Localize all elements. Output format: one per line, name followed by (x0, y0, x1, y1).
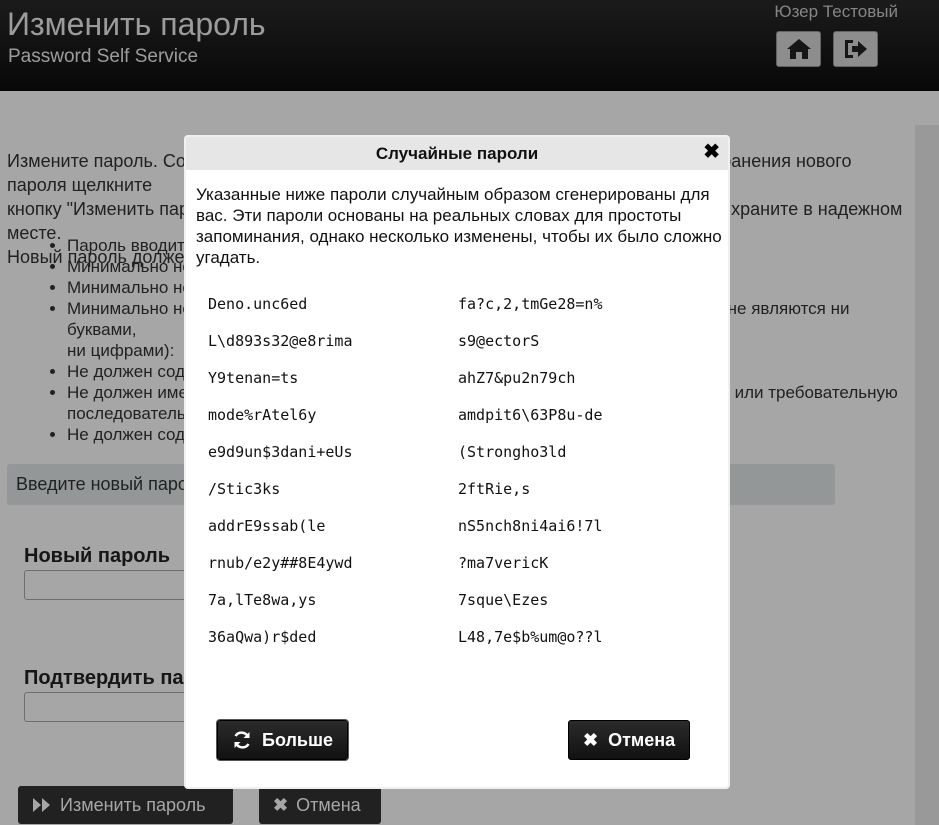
password-row: /Stic3ks 2ftRie,s (208, 480, 708, 517)
password-option[interactable]: e9d9un$3dani+eUs (208, 443, 458, 480)
password-option[interactable]: L\d893s32@e8rima (208, 332, 458, 369)
password-option[interactable]: rnub/e2y##8E4ywd (208, 554, 458, 591)
more-button[interactable]: Больше (217, 720, 348, 760)
random-passwords-dialog: Случайные пароли ✖ Указанные ниже пароли… (184, 135, 730, 789)
dialog-cancel-label: Отмена (608, 729, 676, 750)
password-option[interactable]: 7a,lTe8wa,ys (208, 591, 458, 628)
password-row: Deno.unc6ed fa?c,2,tmGe28=n% (208, 295, 708, 332)
password-row: 7a,lTe8wa,ys 7sque\Ezes (208, 591, 708, 628)
dialog-cancel-button[interactable]: ✖ Отмена (568, 720, 691, 760)
password-option[interactable]: amdpit6\63P8u-de (458, 406, 708, 443)
password-row: rnub/e2y##8E4ywd ?ma7vericK (208, 554, 708, 591)
password-option[interactable]: 7sque\Ezes (458, 591, 708, 628)
password-row: L\d893s32@e8rima s9@ectorS (208, 332, 708, 369)
dialog-description: Указанные ниже пароли случайным образом … (196, 185, 722, 267)
more-label: Больше (262, 729, 333, 750)
password-option[interactable]: nS5nch8ni4ai6!7l (458, 517, 708, 554)
password-option[interactable]: fa?c,2,tmGe28=n% (458, 295, 708, 332)
password-option[interactable]: (Strongho3ld (458, 443, 708, 480)
password-row: 36aQwa)r$ded L48,7e$b%um@o??l (208, 628, 708, 665)
password-option[interactable]: s9@ectorS (458, 332, 708, 369)
password-list: Deno.unc6ed fa?c,2,tmGe28=n% L\d893s32@e… (208, 295, 708, 665)
password-option[interactable]: /Stic3ks (208, 480, 458, 517)
password-row: Y9tenan=ts ahZ7&pu2n79ch (208, 369, 708, 406)
password-option[interactable]: Y9tenan=ts (208, 369, 458, 406)
password-row: e9d9un$3dani+eUs (Strongho3ld (208, 443, 708, 480)
refresh-icon (234, 731, 250, 749)
password-option[interactable]: addrE9ssab(le (208, 517, 458, 554)
password-option[interactable]: mode%rAtel6y (208, 406, 458, 443)
password-option[interactable]: ?ma7vericK (458, 554, 708, 591)
password-option[interactable]: L48,7e$b%um@o??l (458, 628, 708, 665)
close-icon[interactable]: ✖ (703, 137, 720, 168)
password-option[interactable]: 2ftRie,s (458, 480, 708, 517)
password-option[interactable]: 36aQwa)r$ded (208, 628, 458, 665)
dialog-title: Случайные пароли (375, 144, 539, 163)
password-row: mode%rAtel6y amdpit6\63P8u-de (208, 406, 708, 443)
dialog-header: Случайные пароли ✖ (186, 137, 728, 170)
close-icon: ✖ (583, 729, 599, 750)
password-option[interactable]: ahZ7&pu2n79ch (458, 369, 708, 406)
password-row: addrE9ssab(le nS5nch8ni4ai6!7l (208, 517, 708, 554)
password-option[interactable]: Deno.unc6ed (208, 295, 458, 332)
